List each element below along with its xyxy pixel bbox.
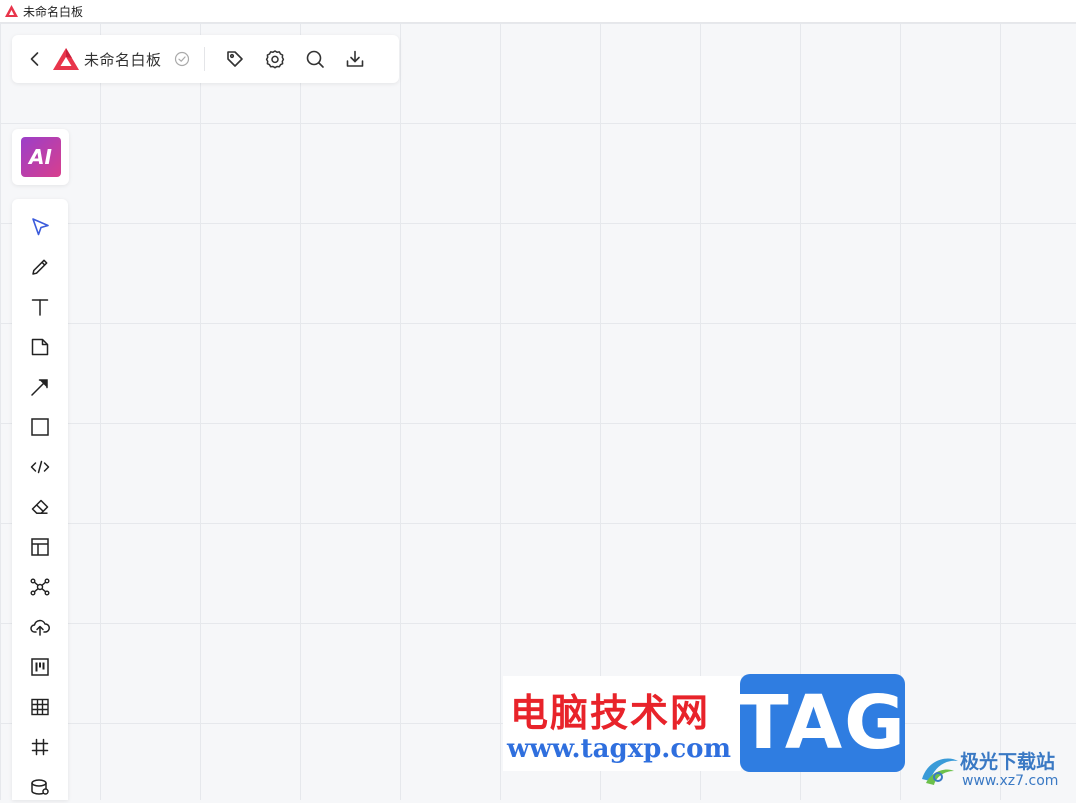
window-titlebar: 未命名白板 <box>0 0 1076 23</box>
sticky-note-icon <box>31 338 49 356</box>
frame-tool[interactable] <box>24 731 56 763</box>
table-tool[interactable] <box>24 691 56 723</box>
corner-watermark: 极光下载站 www.xz7.com <box>918 745 1072 795</box>
search-icon <box>306 50 324 68</box>
back-button[interactable] <box>20 39 50 79</box>
kanban-tool[interactable] <box>24 651 56 683</box>
database-icon <box>31 779 49 795</box>
corner-brand-name: 极光下载站 <box>960 751 1056 773</box>
app-logo-icon <box>5 5 18 17</box>
cloud-upload-icon <box>30 619 50 636</box>
ai-button[interactable]: AI <box>20 137 61 177</box>
upload-tool[interactable] <box>24 611 56 643</box>
cursor-icon <box>32 218 49 236</box>
top-toolbar: 未命名白板 <box>12 35 399 83</box>
select-tool[interactable] <box>24 211 56 243</box>
saved-check-icon <box>174 51 189 67</box>
board-title[interactable]: 未命名白板 <box>84 49 162 70</box>
left-toolbar <box>12 199 68 800</box>
sticky-note-tool[interactable] <box>24 331 56 363</box>
eraser-tool[interactable] <box>24 491 56 523</box>
mind-map-tool[interactable] <box>24 571 56 603</box>
frame-icon <box>31 738 49 756</box>
more-tools[interactable] <box>24 771 56 803</box>
toolbar-divider <box>203 47 205 71</box>
layout-tool[interactable] <box>24 531 56 563</box>
code-tool[interactable] <box>24 451 56 483</box>
pencil-icon <box>32 259 48 275</box>
settings-button[interactable] <box>255 39 295 79</box>
kanban-icon <box>31 658 49 676</box>
watermark-tag-badge: TAG <box>738 674 905 772</box>
download-button[interactable] <box>335 39 375 79</box>
layout-icon <box>31 538 49 556</box>
ai-panel: AI <box>12 129 69 185</box>
logo-icon <box>52 47 80 71</box>
watermark-site-name: 电脑技术网 <box>510 691 711 735</box>
rectangle-tool[interactable] <box>24 411 56 443</box>
search-button[interactable] <box>295 39 335 79</box>
table-icon <box>31 698 49 716</box>
arrow-icon <box>31 379 48 396</box>
corner-brand-url: www.xz7.com <box>962 773 1059 789</box>
tag-button[interactable] <box>215 39 255 79</box>
pen-tool[interactable] <box>24 251 56 283</box>
mind-map-icon <box>30 578 50 596</box>
back-icon <box>30 52 39 66</box>
text-icon <box>31 299 49 316</box>
arrow-tool[interactable] <box>24 371 56 403</box>
watermark-site-url: www.tagxp.com <box>507 734 732 764</box>
watermark-site: 电脑技术网 www.tagxp.com <box>503 676 741 771</box>
text-tool[interactable] <box>24 291 56 323</box>
rectangle-icon <box>31 418 49 436</box>
window-title: 未命名白板 <box>23 4 84 19</box>
aurora-logo-icon <box>922 758 958 785</box>
eraser-icon <box>31 499 49 514</box>
download-icon <box>346 50 363 67</box>
tag-icon <box>226 51 243 67</box>
settings-icon <box>265 50 284 69</box>
code-icon <box>30 460 50 474</box>
